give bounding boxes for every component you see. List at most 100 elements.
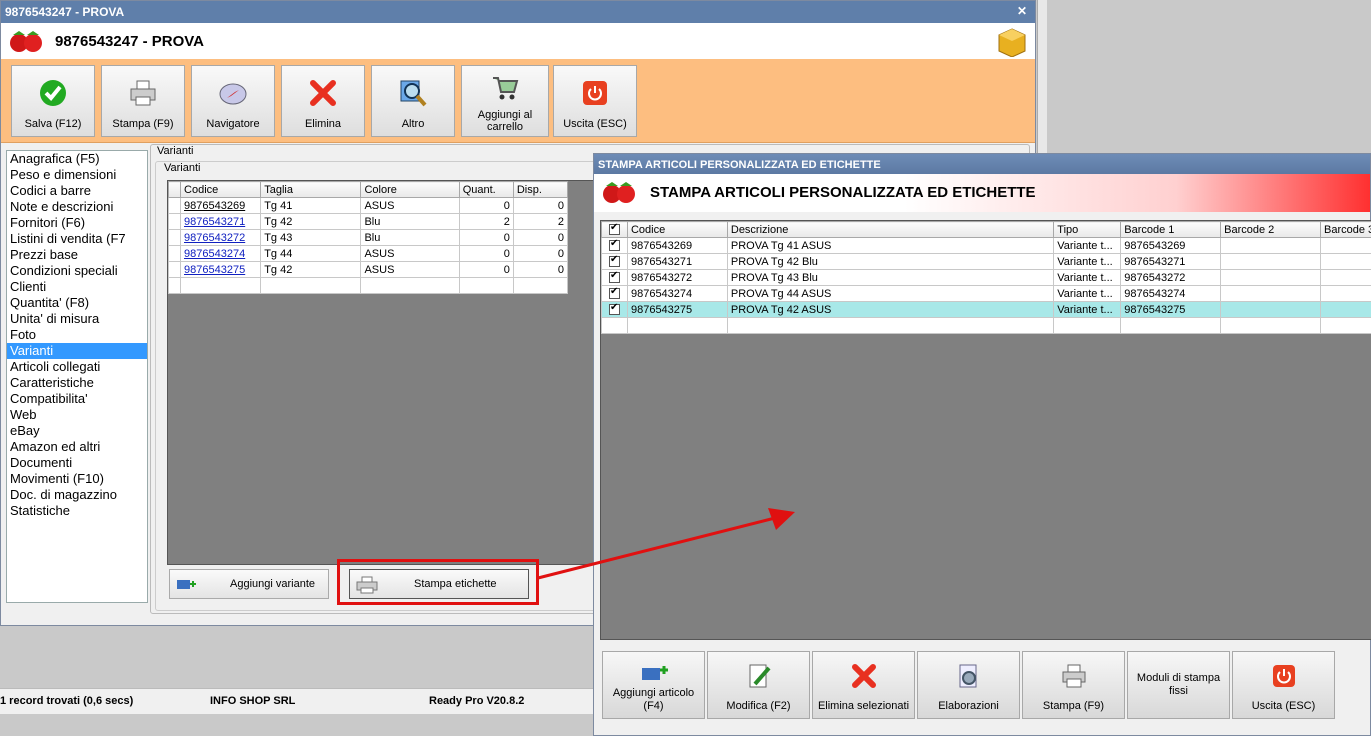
navigator-label: Navigatore xyxy=(206,118,260,130)
table-cell: ASUS xyxy=(360,261,460,278)
row-checkbox[interactable] xyxy=(601,237,628,254)
table-cell: 0 xyxy=(512,245,569,262)
power-icon xyxy=(583,81,607,105)
nav-item[interactable]: Quantita' (F8) xyxy=(7,295,147,311)
variant-code-link[interactable]: 9876543272 xyxy=(180,229,262,246)
print-button[interactable]: Stampa (F9) xyxy=(101,65,185,137)
col-header[interactable]: Taglia xyxy=(260,181,362,198)
row-checkbox[interactable] xyxy=(601,253,628,270)
nav-item[interactable]: Compatibilita' xyxy=(7,391,147,407)
delete-x-icon xyxy=(310,80,336,106)
nav-item[interactable]: Movimenti (F10) xyxy=(7,471,147,487)
table-cell xyxy=(1320,269,1371,286)
col-header[interactable]: Descrizione xyxy=(726,221,1055,238)
table-row[interactable]: 9876543275PROVA Tg 42 ASUSVariante t...9… xyxy=(601,301,1371,318)
exit-button[interactable]: Uscita (ESC) xyxy=(553,65,637,137)
add-to-cart-label: Aggiungi al carrello xyxy=(477,109,533,133)
table-row-empty[interactable] xyxy=(167,277,569,294)
row-checkbox[interactable] xyxy=(601,269,628,286)
other-button[interactable]: Altro xyxy=(371,65,455,137)
close-icon[interactable]: ✕ xyxy=(1015,4,1029,18)
variant-code-link[interactable]: 9876543269 xyxy=(180,197,262,214)
table-row[interactable]: 9876543271 Tg 42 Blu 2 2 xyxy=(167,213,569,230)
col-header[interactable]: Tipo xyxy=(1053,221,1122,238)
save-label: Salva (F12) xyxy=(24,118,82,130)
delete-button[interactable]: Elimina xyxy=(281,65,365,137)
nav-item[interactable]: Prezzi base xyxy=(7,247,147,263)
col-header[interactable]: Barcode 1 xyxy=(1120,221,1222,238)
window-title: 9876543247 - PROVA xyxy=(5,5,125,19)
variant-code-link[interactable]: 9876543271 xyxy=(180,213,262,230)
nav-item[interactable]: Documenti xyxy=(7,455,147,471)
print-window-button[interactable]: Stampa (F9) xyxy=(1022,651,1125,719)
row-checkbox[interactable] xyxy=(601,301,628,318)
table-row-empty[interactable] xyxy=(601,317,1371,334)
print-window-button[interactable]: Modifica (F2) xyxy=(707,651,810,719)
nav-item[interactable]: eBay xyxy=(7,423,147,439)
print-labels-button[interactable]: Stampa etichette xyxy=(349,569,529,599)
variant-code-link[interactable]: 9876543274 xyxy=(180,245,262,262)
callout-arrow xyxy=(537,508,795,580)
print-window-button[interactable]: Aggiungi articolo (F4) xyxy=(602,651,705,719)
table-cell: Variante t... xyxy=(1053,237,1122,254)
table-row[interactable]: 9876543271PROVA Tg 42 BluVariante t...98… xyxy=(601,253,1371,270)
nav-item[interactable]: Varianti xyxy=(7,343,147,359)
add-variant-button[interactable]: Aggiungi variante xyxy=(169,569,329,599)
row-indicator xyxy=(167,229,182,246)
table-row[interactable]: 9876543269 Tg 41 ASUS 0 0 xyxy=(167,197,569,214)
nav-item[interactable]: Listini di vendita (F7 xyxy=(7,231,147,247)
table-row[interactable]: 9876543274PROVA Tg 44 ASUSVariante t...9… xyxy=(601,285,1371,302)
nav-item[interactable]: Foto xyxy=(7,327,147,343)
table-cell: 0 xyxy=(512,229,569,246)
print-window-button[interactable]: Moduli di stampa fissi xyxy=(1127,651,1230,719)
add-to-cart-button[interactable]: Aggiungi al carrello xyxy=(461,65,549,137)
col-header[interactable]: Codice xyxy=(180,181,262,198)
print-window-button[interactable]: Elaborazioni xyxy=(917,651,1020,719)
table-row[interactable]: 9876543272PROVA Tg 43 BluVariante t...98… xyxy=(601,269,1371,286)
select-all-checkbox[interactable] xyxy=(601,221,628,238)
check-icon xyxy=(40,80,66,106)
table-row[interactable]: 9876543272 Tg 43 Blu 0 0 xyxy=(167,229,569,246)
nav-item[interactable]: Statistiche xyxy=(7,503,147,519)
strawberry-logo-icon xyxy=(10,31,42,52)
table-cell xyxy=(1320,253,1371,270)
table-row[interactable]: 9876543269PROVA Tg 41 ASUSVariante t...9… xyxy=(601,237,1371,254)
nav-item[interactable]: Codici a barre xyxy=(7,183,147,199)
nav-item[interactable]: Articoli collegati xyxy=(7,359,147,375)
nav-item[interactable]: Web xyxy=(7,407,147,423)
table-cell: 9876543272 xyxy=(626,269,728,286)
nav-item[interactable]: Unita' di misura xyxy=(7,311,147,327)
printer-icon xyxy=(130,80,156,106)
button-label: Modifica (F2) xyxy=(726,700,791,712)
nav-item[interactable]: Note e descrizioni xyxy=(7,199,147,215)
nav-item[interactable]: Fornitori (F6) xyxy=(7,215,147,231)
button-label: Elaborazioni xyxy=(938,700,999,712)
table-cell: PROVA Tg 42 ASUS xyxy=(726,301,1055,318)
print-window-title: STAMPA ARTICOLI PERSONALIZZATA ED ETICHE… xyxy=(598,159,881,171)
save-button[interactable]: Salva (F12) xyxy=(11,65,95,137)
variant-code-link[interactable]: 9876543275 xyxy=(180,261,262,278)
col-header[interactable]: Barcode 3 xyxy=(1320,221,1371,238)
col-header[interactable]: Colore xyxy=(360,181,460,198)
table-row[interactable]: 9876543274 Tg 44 ASUS 0 0 xyxy=(167,245,569,262)
table-cell: PROVA Tg 43 Blu xyxy=(726,269,1055,286)
nav-item[interactable]: Anagrafica (F5) xyxy=(7,151,147,167)
row-checkbox[interactable] xyxy=(601,285,628,302)
print-window-button[interactable]: Uscita (ESC) xyxy=(1232,651,1335,719)
table-row[interactable]: 9876543275 Tg 42 ASUS 0 0 xyxy=(167,261,569,278)
nav-item[interactable]: Amazon ed altri xyxy=(7,439,147,455)
nav-item[interactable]: Clienti xyxy=(7,279,147,295)
table-cell: PROVA Tg 44 ASUS xyxy=(726,285,1055,302)
col-header[interactable]: Disp. xyxy=(512,181,569,198)
nav-item[interactable]: Condizioni speciali xyxy=(7,263,147,279)
col-header[interactable]: Codice xyxy=(626,221,728,238)
col-header[interactable]: Quant. xyxy=(458,181,514,198)
print-window-button[interactable]: Elimina selezionati xyxy=(812,651,915,719)
table-cell: Blu xyxy=(360,229,460,246)
nav-item[interactable]: Peso e dimensioni xyxy=(7,167,147,183)
nav-item[interactable]: Caratteristiche xyxy=(7,375,147,391)
navigator-button[interactable]: Navigatore xyxy=(191,65,275,137)
col-header[interactable]: Barcode 2 xyxy=(1220,221,1322,238)
table-cell xyxy=(1220,237,1322,254)
nav-item[interactable]: Doc. di magazzino xyxy=(7,487,147,503)
